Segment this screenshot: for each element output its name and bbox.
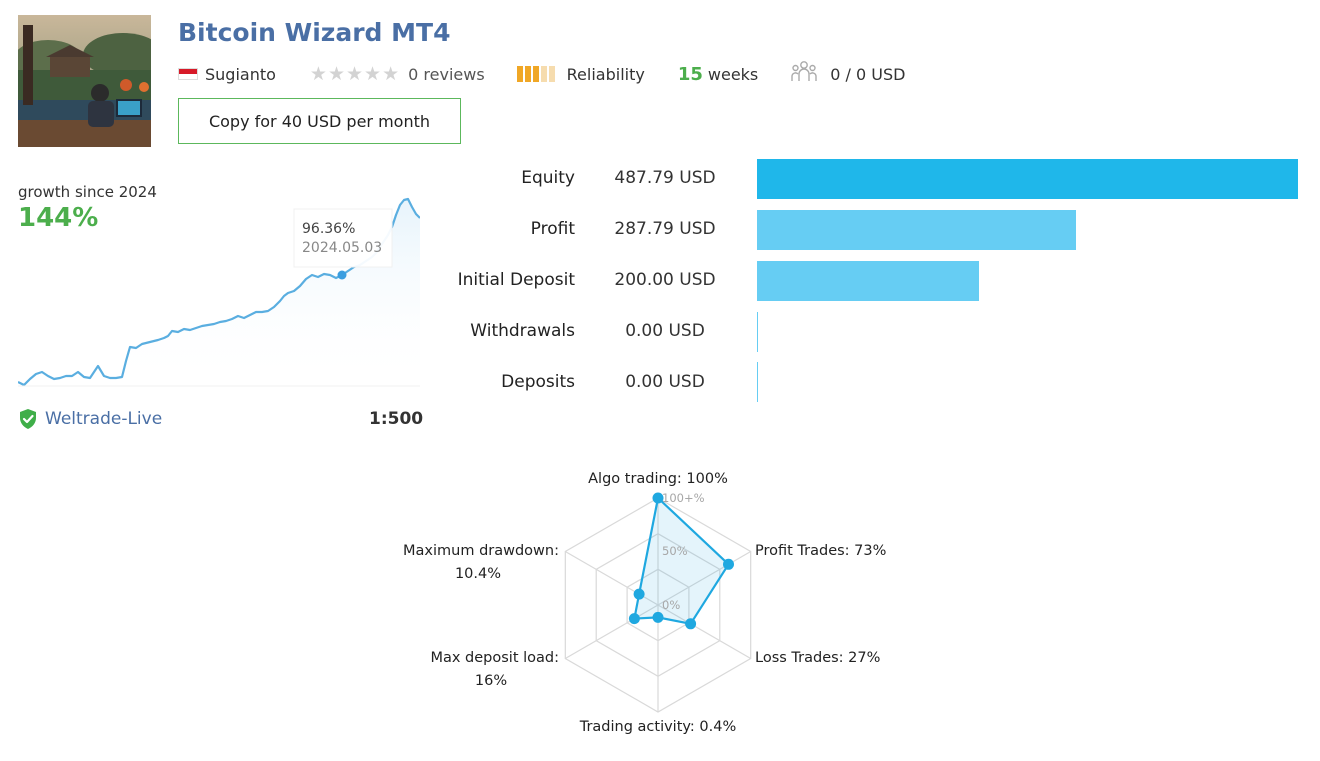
stat-bar-initial-deposit: [757, 261, 979, 301]
stat-label-profit: Profit: [530, 219, 575, 239]
radar-chart[interactable]: 100+% 50% 0% Algo trading: 100% Profit T…: [300, 455, 1020, 755]
weeks-number: 15: [677, 63, 703, 85]
radar-point: [628, 613, 640, 625]
copy-subscribe-button[interactable]: Copy for 40 USD per month: [178, 98, 461, 144]
indonesia-flag-icon: [178, 68, 198, 80]
radar-label-max-drawdown: Maximum drawdown:: [403, 543, 559, 559]
reviews-count[interactable]: 0 reviews: [408, 65, 485, 84]
radar-label-profit-trades: Profit Trades: 73%: [755, 543, 886, 559]
verified-shield-icon: [20, 409, 36, 429]
stat-label-initial-deposit: Initial Deposit: [457, 270, 575, 290]
avatar-image: [18, 15, 151, 147]
broker-name: Weltrade-Live: [45, 409, 163, 429]
star-icon: ★: [327, 62, 345, 85]
radar-tick-100: 100+%: [662, 491, 705, 505]
strategy-title[interactable]: Bitcoin Wizard MT4: [178, 18, 450, 47]
radar-point: [685, 618, 697, 630]
stat-value-initial-deposit: 200.00 USD: [614, 270, 716, 290]
stat-value-equity: 487.79 USD: [614, 168, 716, 188]
radar-label-loss-trades: Loss Trades: 27%: [755, 650, 880, 666]
stat-bar-withdrawals: [757, 312, 758, 352]
subscribers-value: 0 / 0 USD: [830, 64, 906, 84]
tooltip-point: [337, 270, 347, 280]
weeks-label: weeks: [707, 64, 759, 84]
stat-value-deposits: 0.00 USD: [625, 372, 705, 392]
star-icon: ★: [364, 62, 382, 85]
radar-value-max-deposit-load: 16%: [475, 673, 507, 689]
star-icon: ★: [346, 62, 364, 85]
stat-bar-deposits: [757, 362, 758, 402]
subscribers-icon: [790, 60, 818, 88]
leverage-value: 1:500: [369, 409, 424, 429]
stat-label-deposits: Deposits: [501, 372, 575, 392]
author-name[interactable]: Sugianto: [205, 65, 276, 84]
radar-point: [633, 588, 645, 600]
radar-value-max-drawdown: 10.4%: [455, 566, 501, 582]
star-icon: ★: [382, 62, 400, 85]
growth-value: 144%: [18, 203, 99, 233]
broker-link[interactable]: Weltrade-Live: [18, 408, 162, 430]
radar-point: [652, 611, 664, 623]
meta-row: Sugianto ★ ★ ★ ★ ★ 0 reviews Reliability…: [178, 60, 906, 88]
radar-point: [723, 558, 734, 570]
stat-value-profit: 287.79 USD: [614, 219, 716, 239]
radar-shape: [633, 495, 730, 626]
stat-bar-profit: [757, 210, 1076, 250]
star-icon: ★: [309, 62, 327, 85]
radar-label-trading-activity: Trading activity: 0.4%: [579, 719, 737, 735]
reliability-icon: [516, 66, 557, 82]
radar-tick-0: 0%: [662, 598, 680, 612]
growth-label: growth since 2024: [18, 183, 157, 201]
tooltip-value: 96.36%: [302, 221, 355, 237]
stat-label-withdrawals: Withdrawals: [470, 321, 575, 341]
stat-bar-equity: [757, 159, 1298, 199]
rating-stars[interactable]: ★ ★ ★ ★ ★: [309, 62, 400, 85]
reliability-label: Reliability: [566, 64, 645, 84]
strategy-avatar[interactable]: [18, 15, 151, 147]
radar-label-max-deposit-load: Max deposit load:: [430, 650, 559, 666]
radar-label-algo-trading: Algo trading: 100%: [588, 471, 728, 487]
stat-label-equity: Equity: [521, 168, 575, 188]
radar-tick-50: 50%: [662, 544, 688, 558]
stat-value-withdrawals: 0.00 USD: [625, 321, 705, 341]
tooltip-date: 2024.05.03: [302, 240, 382, 256]
